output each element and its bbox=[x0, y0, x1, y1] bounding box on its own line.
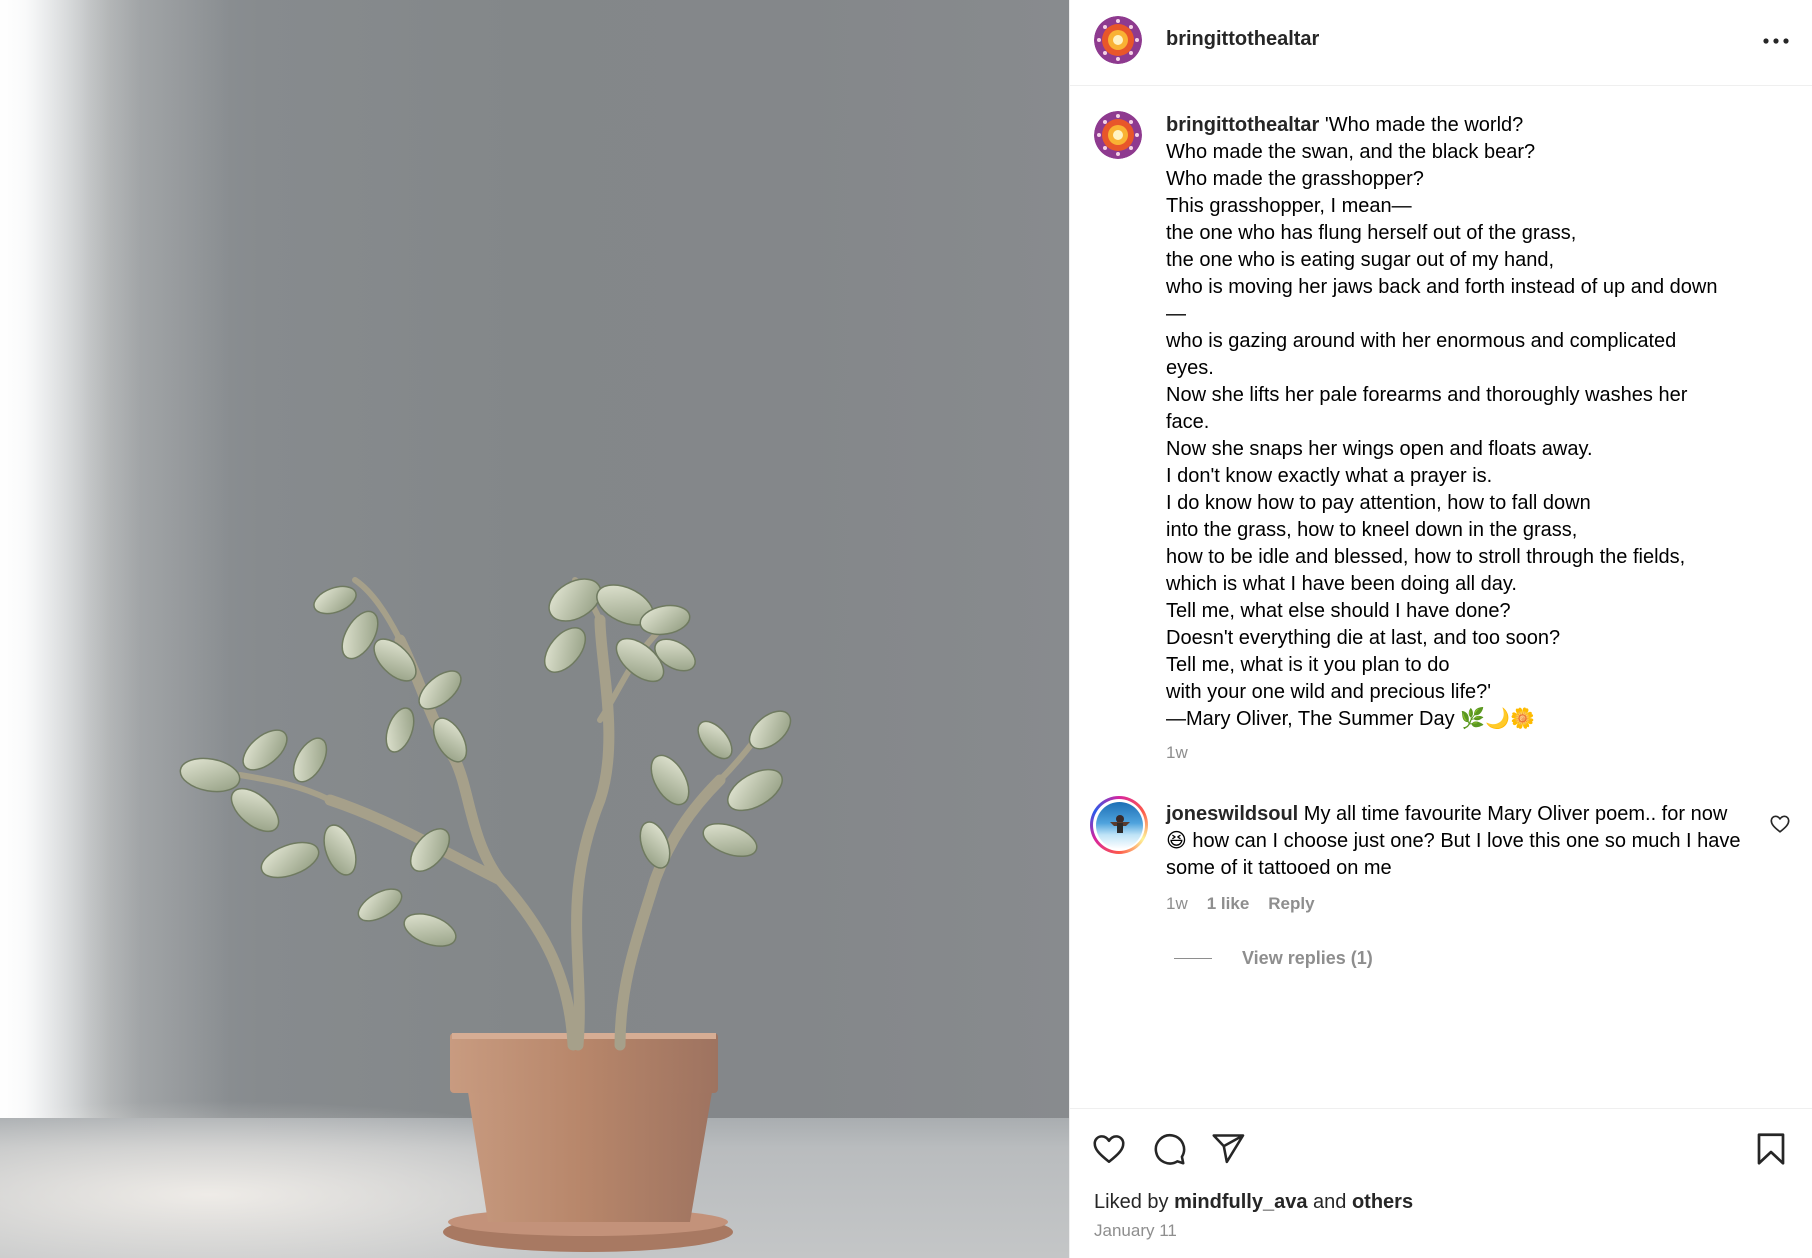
reply-button[interactable]: Reply bbox=[1268, 894, 1314, 914]
caption-username[interactable]: bringittothealtar bbox=[1166, 114, 1319, 136]
share-button[interactable] bbox=[1210, 1131, 1246, 1167]
commenter-username[interactable]: joneswildsoul bbox=[1166, 803, 1298, 825]
author-avatar[interactable] bbox=[1094, 16, 1142, 64]
commenter-avatar[interactable] bbox=[1090, 796, 1148, 854]
post-actions bbox=[1070, 1108, 1812, 1258]
comment-likes-count[interactable]: 1 like bbox=[1207, 894, 1250, 914]
view-replies-button[interactable]: View replies (1) bbox=[1174, 948, 1373, 969]
heart-icon bbox=[1093, 1135, 1125, 1164]
comment-button[interactable] bbox=[1151, 1131, 1187, 1167]
post-header: bringittothealtar bbox=[1070, 0, 1812, 86]
post-viewer: bringittothealtar bringittothealtar 'Who… bbox=[0, 0, 1812, 1258]
replies-divider bbox=[1174, 958, 1212, 959]
comment-icon bbox=[1154, 1133, 1186, 1165]
view-replies-label: View replies (1) bbox=[1242, 948, 1373, 968]
heart-icon bbox=[1770, 815, 1790, 833]
more-options-button[interactable] bbox=[1761, 26, 1791, 56]
comment-body: joneswildsoul My all time favourite Mary… bbox=[1166, 801, 1741, 882]
post-sidebar: bringittothealtar bringittothealtar 'Who… bbox=[1069, 0, 1812, 1258]
author-username[interactable]: bringittothealtar bbox=[1166, 28, 1319, 51]
post-caption: bringittothealtar 'Who made the world? W… bbox=[1166, 112, 1791, 733]
more-horizontal-icon bbox=[1763, 38, 1789, 44]
post-photo[interactable] bbox=[0, 0, 1069, 1258]
like-button[interactable] bbox=[1091, 1131, 1127, 1167]
comment-meta: 1w 1 like Reply bbox=[1166, 894, 1315, 914]
caption-text: 'Who made the world? Who made the swan, … bbox=[1166, 114, 1718, 730]
post-date[interactable]: January 11 bbox=[1094, 1221, 1177, 1241]
save-button[interactable] bbox=[1753, 1131, 1789, 1167]
liked-by-others[interactable]: others bbox=[1352, 1191, 1413, 1213]
send-icon bbox=[1212, 1134, 1245, 1164]
bookmark-icon bbox=[1757, 1133, 1785, 1165]
jade-plant-illustration bbox=[179, 577, 792, 1252]
caption-timestamp[interactable]: 1w bbox=[1166, 743, 1188, 763]
comment-like-button[interactable] bbox=[1769, 813, 1791, 835]
liked-by-user[interactable]: mindfully_ava bbox=[1174, 1191, 1307, 1213]
comment-timestamp[interactable]: 1w bbox=[1166, 894, 1188, 914]
caption-author-avatar[interactable] bbox=[1094, 111, 1142, 159]
liked-by-summary: Liked by mindfully_ava and others bbox=[1094, 1191, 1414, 1213]
